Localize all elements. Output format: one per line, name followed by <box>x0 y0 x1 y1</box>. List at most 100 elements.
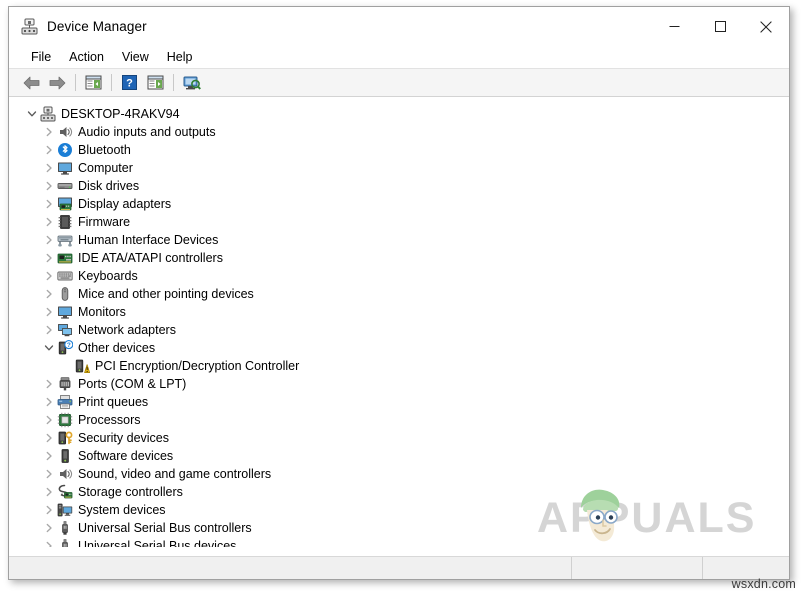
tree-row[interactable]: ? Other devices <box>18 339 780 357</box>
chevron-right-icon[interactable] <box>41 411 57 429</box>
maximize-icon <box>714 21 726 32</box>
minimize-icon <box>669 26 679 27</box>
tree-row-label: Human Interface Devices <box>78 233 219 247</box>
svg-text:?: ? <box>126 78 133 90</box>
chevron-right-icon[interactable] <box>41 249 57 267</box>
properties-button[interactable] <box>143 71 168 94</box>
software-device-icon <box>57 448 73 464</box>
chevron-right-icon[interactable] <box>41 159 57 177</box>
close-button[interactable] <box>743 7 789 46</box>
tree-row-label: Monitors <box>78 305 126 319</box>
chevron-right-icon[interactable] <box>41 123 57 141</box>
tree-row-label: Display adapters <box>78 197 172 211</box>
tree-row[interactable]: PCI Encryption/Decryption Controller <box>18 357 780 375</box>
chevron-right-icon[interactable] <box>41 213 57 231</box>
tree-row[interactable]: Processors <box>18 411 780 429</box>
chevron-right-icon[interactable] <box>41 177 57 195</box>
back-arrow-icon <box>23 76 40 89</box>
window-controls <box>651 7 789 46</box>
tree-row[interactable]: Storage controllers <box>18 483 780 501</box>
chevron-down-icon[interactable] <box>24 105 40 123</box>
toolbar-separator <box>75 74 76 91</box>
chevron-right-icon[interactable] <box>41 537 57 547</box>
computer-tower-icon <box>40 106 56 122</box>
tree-row[interactable]: Software devices <box>18 447 780 465</box>
usb-icon <box>57 538 73 547</box>
chevron-right-icon[interactable] <box>41 519 57 537</box>
menu-bar: File Action View Help <box>9 46 789 68</box>
chevron-right-icon[interactable] <box>41 465 57 483</box>
window-title: Device Manager <box>47 19 147 34</box>
menu-help[interactable]: Help <box>159 49 201 66</box>
tree-row[interactable]: Universal Serial Bus controllers <box>18 519 780 537</box>
tree-row[interactable]: Universal Serial Bus devices <box>18 537 780 547</box>
site-watermark-text: wsxdn.com <box>731 577 796 591</box>
tree-row-label: Audio inputs and outputs <box>78 125 216 139</box>
tree-row[interactable]: Monitors <box>18 303 780 321</box>
tree-row[interactable]: Human Interface Devices <box>18 231 780 249</box>
chevron-right-icon[interactable] <box>41 303 57 321</box>
chevron-down-icon[interactable] <box>41 339 57 357</box>
back-button[interactable] <box>19 71 44 94</box>
tree-row-label: Processors <box>78 413 141 427</box>
minimize-button[interactable] <box>651 7 697 46</box>
chevron-right-icon[interactable] <box>41 393 57 411</box>
maximize-button[interactable] <box>697 7 743 46</box>
menu-action[interactable]: Action <box>61 49 112 66</box>
tree-row[interactable]: Audio inputs and outputs <box>18 123 780 141</box>
warning-device-icon <box>74 358 90 374</box>
tree-row[interactable]: Firmware <box>18 213 780 231</box>
scan-hardware-button[interactable] <box>179 71 204 94</box>
chevron-right-icon[interactable] <box>41 285 57 303</box>
properties-icon <box>147 75 164 90</box>
port-connector-icon <box>57 376 73 392</box>
help-icon: ? <box>122 75 137 90</box>
chevron-right-icon[interactable] <box>41 321 57 339</box>
network-adapter-icon <box>57 322 73 338</box>
forward-button[interactable] <box>45 71 70 94</box>
device-tree[interactable]: DESKTOP-4RAKV94 Audio inputs and outputs B… <box>17 104 781 548</box>
unknown-device-icon: ? <box>57 340 73 356</box>
title-bar[interactable]: Device Manager <box>9 7 789 46</box>
tree-row[interactable]: Ports (COM & LPT) <box>18 375 780 393</box>
tree-row[interactable]: Display adapters <box>18 195 780 213</box>
tree-row[interactable]: Mice and other pointing devices <box>18 285 780 303</box>
tree-row[interactable]: Computer <box>18 159 780 177</box>
tree-row[interactable]: IDE ATA/ATAPI controllers <box>18 249 780 267</box>
tree-row[interactable]: Sound, video and game controllers <box>18 465 780 483</box>
chevron-right-icon[interactable] <box>41 141 57 159</box>
tree-row[interactable]: Print queues <box>18 393 780 411</box>
tree-row-label: Mice and other pointing devices <box>78 287 254 301</box>
tree-row-root[interactable]: DESKTOP-4RAKV94 <box>18 105 780 123</box>
chevron-right-icon[interactable] <box>41 195 57 213</box>
chevron-right-icon[interactable] <box>41 231 57 249</box>
speaker-icon <box>57 466 73 482</box>
tree-row[interactable]: Security devices <box>18 429 780 447</box>
tree-row-label: IDE ATA/ATAPI controllers <box>78 251 223 265</box>
chevron-right-icon[interactable] <box>41 447 57 465</box>
tree-row-label: PCI Encryption/Decryption Controller <box>95 359 300 373</box>
close-icon <box>760 20 772 33</box>
tree-row-label: Storage controllers <box>78 485 183 499</box>
chevron-right-icon[interactable] <box>41 375 57 393</box>
menu-file[interactable]: File <box>23 49 59 66</box>
help-button[interactable]: ? <box>117 71 142 94</box>
tree-row[interactable]: Bluetooth <box>18 141 780 159</box>
menu-view[interactable]: View <box>114 49 157 66</box>
tree-row[interactable]: Disk drives <box>18 177 780 195</box>
chevron-right-icon[interactable] <box>41 501 57 519</box>
chevron-right-icon[interactable] <box>41 429 57 447</box>
monitor-icon <box>57 160 73 176</box>
chevron-right-icon[interactable] <box>41 267 57 285</box>
forward-arrow-icon <box>49 76 66 89</box>
firmware-chip-icon <box>57 214 73 230</box>
scan-for-hardware-changes-icon <box>183 76 201 90</box>
tree-row[interactable]: System devices <box>18 501 780 519</box>
tree-row[interactable]: Keyboards <box>18 267 780 285</box>
status-panel-2 <box>572 557 703 579</box>
tree-row-label: Print queues <box>78 395 149 409</box>
chevron-right-icon[interactable] <box>41 483 57 501</box>
tree-row[interactable]: Network adapters <box>18 321 780 339</box>
console-tree-button[interactable] <box>81 71 106 94</box>
tree-row-label: System devices <box>78 503 166 517</box>
